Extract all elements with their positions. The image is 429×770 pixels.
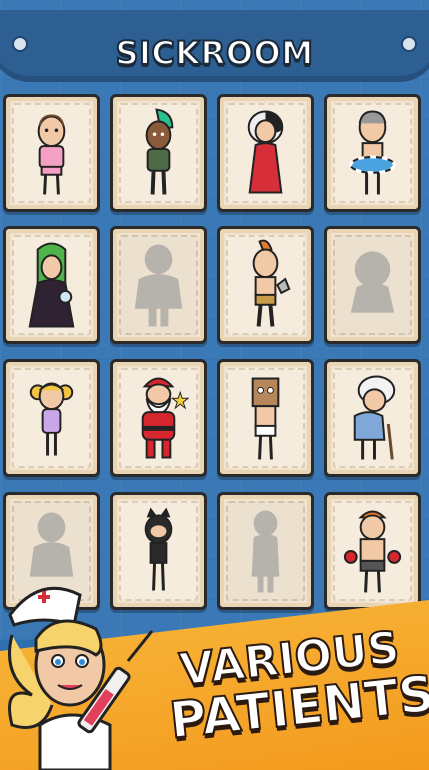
- green-hair-mirror-icon: [28, 242, 75, 328]
- locked-silhouette-icon: [350, 251, 395, 313]
- caveman-axe-icon: [252, 239, 291, 327]
- patient-card-girl[interactable]: [3, 359, 100, 477]
- page-title: SICKROOM: [114, 33, 314, 73]
- patient-card-swim-ring[interactable]: [324, 94, 421, 212]
- bald-man-icon: [37, 114, 66, 195]
- patient-card-punk[interactable]: [110, 94, 207, 212]
- patient-card-paper-bag[interactable]: [217, 359, 314, 477]
- lady-red-dress-icon: [247, 110, 284, 194]
- patient-card-granny[interactable]: [324, 359, 421, 477]
- patient-card-santa[interactable]: [110, 359, 207, 477]
- patient-card-locked[interactable]: [110, 226, 207, 344]
- locked-silhouette-icon: [251, 510, 280, 593]
- man-swim-ring-icon: [349, 110, 396, 195]
- patient-card-bald-man[interactable]: [3, 94, 100, 212]
- patient-card-boxer[interactable]: [324, 492, 421, 610]
- patient-card-green-hair[interactable]: [3, 226, 100, 344]
- santa-claus-icon: [141, 377, 190, 459]
- nurse-mascot-icon: [8, 586, 154, 770]
- patient-card-locked[interactable]: [324, 226, 421, 344]
- boxer-man-icon: [343, 510, 402, 593]
- patient-card-caveman[interactable]: [217, 226, 314, 344]
- patient-card-lady[interactable]: [217, 94, 314, 212]
- punk-mohawk-icon: [145, 108, 174, 195]
- patient-card-locked[interactable]: [217, 492, 314, 610]
- locked-silhouette-icon: [134, 244, 183, 327]
- girl-pigtails-icon: [29, 382, 74, 456]
- paper-bag-head-icon: [251, 377, 280, 460]
- old-granny-icon: [353, 375, 396, 460]
